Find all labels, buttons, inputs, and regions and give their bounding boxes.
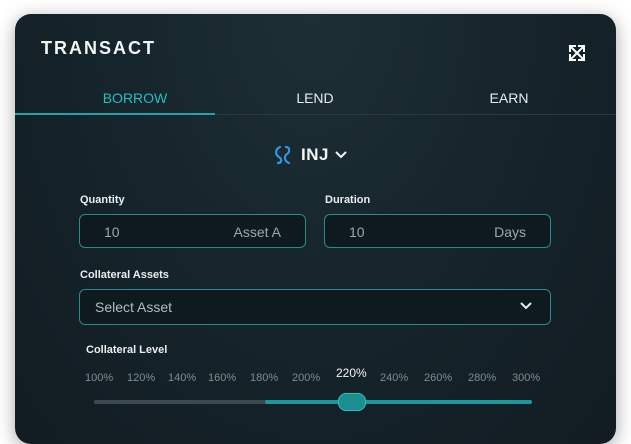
scale-option-selected[interactable]: 220% — [336, 366, 367, 380]
active-tab-indicator — [15, 113, 215, 115]
collateral-level-thumb[interactable] — [338, 393, 366, 411]
quantity-label: Quantity — [80, 194, 125, 206]
collateral-assets-label: Collateral Assets — [80, 269, 169, 281]
duration-unit: Days — [494, 224, 526, 240]
scale-option[interactable]: 300% — [512, 372, 540, 384]
tab-earn[interactable]: EARN — [389, 90, 616, 114]
quantity-input[interactable]: 10 Asset A — [79, 214, 306, 248]
asset-selector[interactable]: INJ — [273, 144, 347, 166]
scale-option[interactable]: 160% — [208, 372, 236, 384]
panel-title: TRANSACT — [41, 38, 156, 58]
scale-option[interactable]: 120% — [127, 372, 155, 384]
scale-option[interactable]: 180% — [250, 372, 278, 384]
duration-value: 10 — [349, 224, 365, 240]
expand-icon[interactable] — [568, 44, 586, 62]
scale-option[interactable]: 140% — [168, 372, 196, 384]
asset-symbol: INJ — [301, 145, 329, 164]
collateral-asset-select[interactable]: Select Asset — [79, 289, 551, 325]
chevron-down-icon — [335, 151, 347, 159]
scale-option[interactable]: 260% — [424, 372, 452, 384]
quantity-unit: Asset A — [233, 224, 281, 240]
tab-bar: BORROW LEND EARN — [15, 90, 616, 115]
quantity-value: 10 — [104, 224, 120, 240]
duration-input[interactable]: 10 Days — [324, 214, 551, 248]
scale-option[interactable]: 280% — [468, 372, 496, 384]
collateral-asset-placeholder: Select Asset — [95, 299, 173, 315]
chevron-down-icon — [520, 302, 532, 310]
injective-logo-icon — [275, 145, 291, 165]
collateral-level-label: Collateral Level — [86, 344, 168, 356]
transact-panel: TRANSACT BORROW LEND EARN INJ Quantity 1… — [15, 14, 616, 444]
scale-option[interactable]: 240% — [380, 372, 408, 384]
scale-option[interactable]: 100% — [85, 372, 113, 384]
collateral-level-fill — [265, 400, 532, 404]
scale-option[interactable]: 200% — [292, 372, 320, 384]
duration-label: Duration — [325, 194, 371, 206]
